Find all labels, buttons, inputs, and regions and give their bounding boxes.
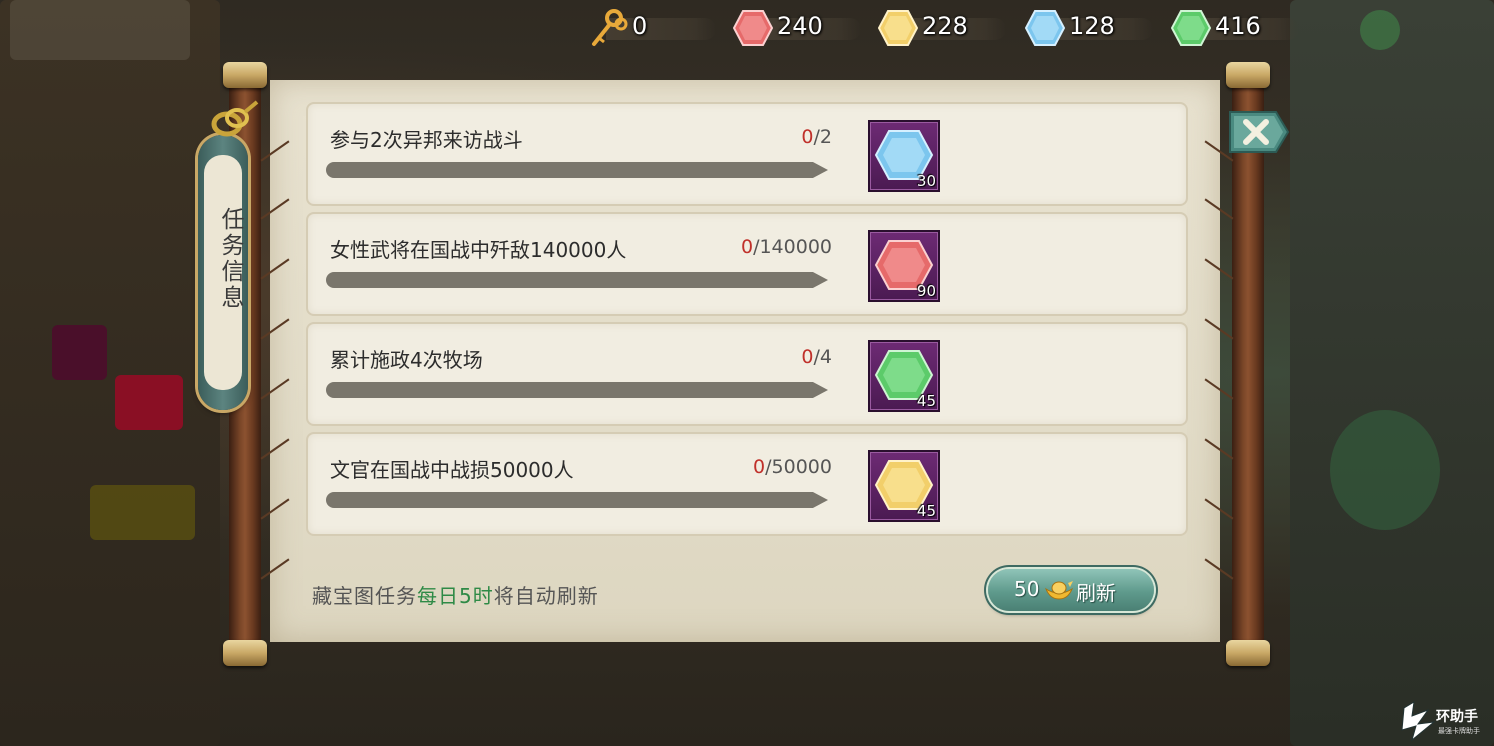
background-panel-left	[0, 0, 220, 746]
task-progress-bar	[326, 382, 828, 398]
reward-quantity: 90	[916, 282, 936, 300]
currency-value: 128	[1069, 12, 1115, 40]
background-block	[115, 375, 183, 430]
reward-quantity: 45	[916, 502, 936, 520]
task-progress-bar	[326, 492, 828, 508]
reward-slot[interactable]: 90	[868, 230, 940, 302]
task-progress-current: 0	[740, 236, 754, 258]
gold-ingot-icon	[1044, 581, 1074, 600]
knot-icon	[211, 100, 259, 137]
task-progress-current: 0	[801, 126, 814, 148]
refresh-info-prefix: 藏宝图任务	[312, 584, 417, 608]
yellow-gem-icon	[878, 10, 918, 46]
reward-slot[interactable]: 45	[868, 340, 940, 412]
task-name: 文官在国战中战损50000人	[330, 458, 574, 482]
scroll-rod-cap	[1226, 62, 1270, 88]
scroll-rod-cap	[1226, 640, 1270, 666]
key-icon	[592, 9, 628, 46]
scroll-rod-cap	[223, 62, 267, 88]
task-progress-current: 0	[753, 456, 766, 478]
task-progress-bar	[326, 162, 828, 178]
task-name: 参与2次异邦来访战斗	[330, 128, 523, 152]
side-title-plaque: 任务信息	[198, 135, 248, 410]
reward-quantity: 30	[916, 172, 936, 190]
currency-value: 240	[777, 12, 823, 40]
refresh-cost: 50	[1014, 577, 1040, 601]
currency-value: 416	[1215, 12, 1261, 40]
background-circle	[1360, 10, 1400, 50]
task-row: 女性武将在国战中歼敌140000人 0/140000 90	[308, 214, 1186, 314]
refresh-button[interactable]: 50 刷新	[988, 569, 1154, 611]
background-panel-right	[1290, 0, 1494, 746]
close-button[interactable]	[1228, 108, 1290, 156]
reward-quantity: 45	[916, 392, 936, 410]
refresh-label: 刷新	[1076, 581, 1116, 605]
currency-value: 228	[922, 12, 968, 40]
background-circle	[1330, 410, 1440, 530]
task-progress-current: 0	[801, 346, 814, 368]
task-progress-total: 4	[819, 346, 832, 368]
reward-slot[interactable]: 30	[868, 120, 940, 192]
task-progress-total: 140000	[759, 236, 832, 258]
task-name: 女性武将在国战中歼敌140000人	[330, 238, 627, 262]
watermark-logo: 环助手 最强卡牌助手	[1398, 700, 1486, 742]
scroll-rod-cap	[223, 640, 267, 666]
close-icon	[1229, 111, 1290, 153]
side-title-inner: 任务信息	[204, 155, 243, 390]
task-name: 累计施政4次牧场	[330, 348, 483, 372]
background-sign	[10, 0, 190, 60]
task-progress-total: 2	[819, 126, 832, 148]
task-progress-text: 0/2	[801, 126, 832, 148]
refresh-info-time: 每日5时	[417, 584, 494, 608]
task-progress-total: 50000	[771, 456, 832, 478]
green-gem-icon	[1171, 10, 1211, 46]
background-block	[90, 485, 195, 540]
watermark-text: 环助手	[1436, 709, 1478, 725]
task-progress-text: 0/140000	[741, 236, 832, 258]
watermark-icon	[1401, 701, 1436, 742]
refresh-info-text: 藏宝图任务每日5时将自动刷新	[312, 580, 599, 609]
side-title: 任务信息	[217, 207, 243, 311]
reward-slot[interactable]: 45	[868, 450, 940, 522]
task-progress-text: 0/4	[801, 346, 832, 368]
currency-value: 0	[632, 12, 648, 40]
task-progress-text: 0/50000	[753, 456, 832, 478]
background-block	[52, 325, 107, 380]
task-progress-bar	[326, 272, 828, 288]
refresh-info-suffix: 将自动刷新	[493, 584, 599, 608]
red-gem-icon	[733, 10, 773, 46]
watermark-subtext: 最强卡牌助手	[1438, 727, 1480, 735]
task-row: 参与2次异邦来访战斗 0/2 30	[308, 104, 1186, 204]
scroll-rod-right	[1232, 72, 1264, 652]
task-row: 文官在国战中战损50000人 0/50000 45	[308, 434, 1186, 534]
blue-gem-icon	[1025, 10, 1065, 46]
task-row: 累计施政4次牧场 0/4 45	[308, 324, 1186, 424]
